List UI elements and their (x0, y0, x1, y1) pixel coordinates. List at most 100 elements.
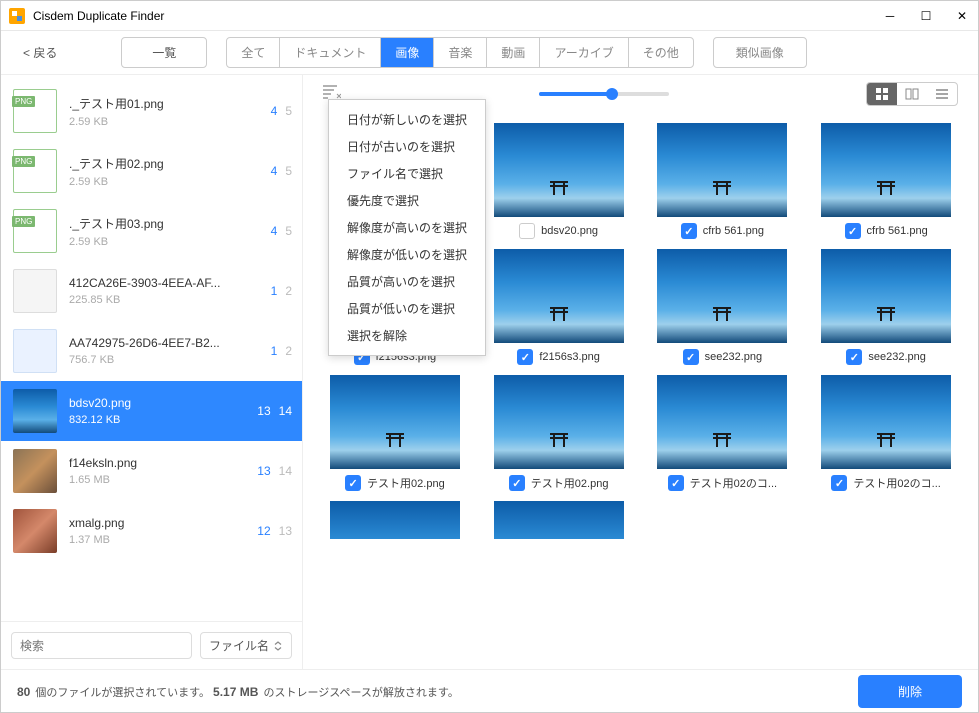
thumbnail-name: cfrb 561.png (703, 225, 764, 237)
file-thumb (13, 149, 57, 193)
file-name: ._テスト用01.png (69, 95, 271, 112)
status-bar: 80 個のファイルが選択されています。 5.17 MB のストレージスペースが解… (1, 669, 978, 713)
thumbnail-size-slider[interactable] (539, 92, 669, 96)
file-item[interactable]: bdsv20.png832.12 KB1314 (1, 381, 302, 441)
tab-1[interactable]: ドキュメント (280, 38, 381, 67)
file-name: ._テスト用02.png (69, 155, 271, 172)
checkbox[interactable] (683, 349, 699, 365)
selected-count: 4 (271, 104, 278, 118)
total-count: 5 (285, 224, 292, 238)
title-bar: Cisdem Duplicate Finder ─ ☐ ✕ (1, 1, 978, 31)
thumbnail[interactable] (821, 375, 951, 469)
thumbnail[interactable] (330, 375, 460, 469)
thumbnail[interactable] (657, 249, 787, 343)
grid-view-button[interactable] (867, 83, 897, 105)
status-text: 80 個のファイルが選択されています。 5.17 MB のストレージスペースが解… (17, 684, 858, 700)
checkbox[interactable] (517, 349, 533, 365)
grid-item: see232.png (814, 249, 958, 365)
tab-0[interactable]: 全て (227, 38, 280, 67)
maximize-button[interactable]: ☐ (918, 8, 934, 24)
overview-button[interactable]: 一覧 (121, 37, 207, 68)
total-count: 5 (285, 164, 292, 178)
file-name: bdsv20.png (69, 396, 257, 410)
list-view-button[interactable] (927, 83, 957, 105)
thumbnail[interactable] (494, 249, 624, 343)
file-thumb (13, 209, 57, 253)
file-list: ._テスト用01.png2.59 KB45._テスト用02.png2.59 KB… (1, 75, 302, 621)
total-count: 2 (285, 284, 292, 298)
file-item[interactable]: AA742975-26D6-4EE7-B2...756.7 KB12 (1, 321, 302, 381)
tab-5[interactable]: アーカイブ (540, 38, 628, 67)
dropdown-item[interactable]: 品質が高いのを選択 (329, 268, 485, 295)
window-title: Cisdem Duplicate Finder (33, 9, 882, 23)
file-thumb (13, 389, 57, 433)
thumbnail[interactable] (494, 123, 624, 217)
file-item[interactable]: f14eksln.png1.65 MB1314 (1, 441, 302, 501)
search-input[interactable] (11, 632, 192, 659)
minimize-button[interactable]: ─ (882, 8, 898, 24)
slider-knob[interactable] (606, 88, 618, 100)
dropdown-item[interactable]: ファイル名で選択 (329, 160, 485, 187)
thumbnail[interactable] (821, 249, 951, 343)
sidebar: ._テスト用01.png2.59 KB45._テスト用02.png2.59 KB… (1, 75, 303, 669)
grid-item (323, 501, 467, 539)
file-size: 1.65 MB (69, 474, 257, 486)
tab-6[interactable]: その他 (629, 38, 693, 67)
dropdown-item[interactable]: 解像度が低いのを選択 (329, 241, 485, 268)
grid-item: テスト用02.png (487, 375, 631, 491)
tab-4[interactable]: 動画 (487, 38, 540, 67)
tab-3[interactable]: 音楽 (434, 38, 487, 67)
file-item[interactable]: 412CA26E-3903-4EEA-AF...225.85 KB12 (1, 261, 302, 321)
compare-view-button[interactable] (897, 83, 927, 105)
grid-item: bdsv20.png (487, 123, 631, 239)
dropdown-item[interactable]: 品質が低いのを選択 (329, 295, 485, 322)
file-item[interactable]: ._テスト用02.png2.59 KB45 (1, 141, 302, 201)
file-size: 2.59 KB (69, 116, 271, 128)
thumbnail[interactable] (821, 123, 951, 217)
similar-images-button[interactable]: 類似画像 (713, 37, 807, 68)
thumbnail[interactable] (330, 501, 460, 539)
file-item[interactable]: ._テスト用03.png2.59 KB45 (1, 201, 302, 261)
dropdown-item[interactable]: 日付が新しいのを選択 (329, 106, 485, 133)
checkbox[interactable] (668, 475, 684, 491)
checkbox[interactable] (831, 475, 847, 491)
checkbox[interactable] (345, 475, 361, 491)
file-name: AA742975-26D6-4EE7-B2... (69, 336, 271, 350)
dropdown-item[interactable]: 選択を解除 (329, 322, 485, 349)
selected-count: 1 (271, 344, 278, 358)
total-count: 2 (285, 344, 292, 358)
file-item[interactable]: ._テスト用01.png2.59 KB45 (1, 81, 302, 141)
tab-2[interactable]: 画像 (381, 38, 434, 67)
thumbnail-name: f2156s3.png (539, 351, 600, 363)
thumbnail[interactable] (657, 123, 787, 217)
dropdown-item[interactable]: 解像度が高いのを選択 (329, 214, 485, 241)
selection-dropdown: 日付が新しいのを選択日付が古いのを選択ファイル名で選択優先度で選択解像度が高いの… (328, 99, 486, 356)
chevron-updown-icon (273, 641, 283, 651)
checkbox[interactable] (509, 475, 525, 491)
checkbox[interactable] (845, 223, 861, 239)
file-size: 1.37 MB (69, 534, 257, 546)
file-name: f14eksln.png (69, 456, 257, 470)
back-button[interactable]: < 戻る (13, 40, 67, 65)
thumbnail[interactable] (657, 375, 787, 469)
selected-count: 4 (271, 164, 278, 178)
checkbox[interactable] (681, 223, 697, 239)
dropdown-item[interactable]: 優先度で選択 (329, 187, 485, 214)
file-size: 225.85 KB (69, 294, 271, 306)
delete-button[interactable]: 削除 (858, 675, 962, 708)
grid-item: テスト用02のコ... (651, 375, 795, 491)
category-tabs: 全てドキュメント画像音楽動画アーカイブその他 (226, 37, 693, 68)
dropdown-item[interactable]: 日付が古いのを選択 (329, 133, 485, 160)
grid-item: see232.png (651, 249, 795, 365)
sort-button[interactable]: ファイル名 (200, 632, 292, 659)
file-item[interactable]: xmalg.png1.37 MB1213 (1, 501, 302, 561)
file-name: xmalg.png (69, 516, 257, 530)
close-button[interactable]: ✕ (954, 8, 970, 24)
checkbox[interactable] (519, 223, 535, 239)
selected-count: 13 (257, 404, 270, 418)
file-size: 2.59 KB (69, 236, 271, 248)
thumbnail[interactable] (494, 501, 624, 539)
checkbox[interactable] (846, 349, 862, 365)
thumbnail-name: テスト用02.png (531, 475, 609, 491)
thumbnail[interactable] (494, 375, 624, 469)
